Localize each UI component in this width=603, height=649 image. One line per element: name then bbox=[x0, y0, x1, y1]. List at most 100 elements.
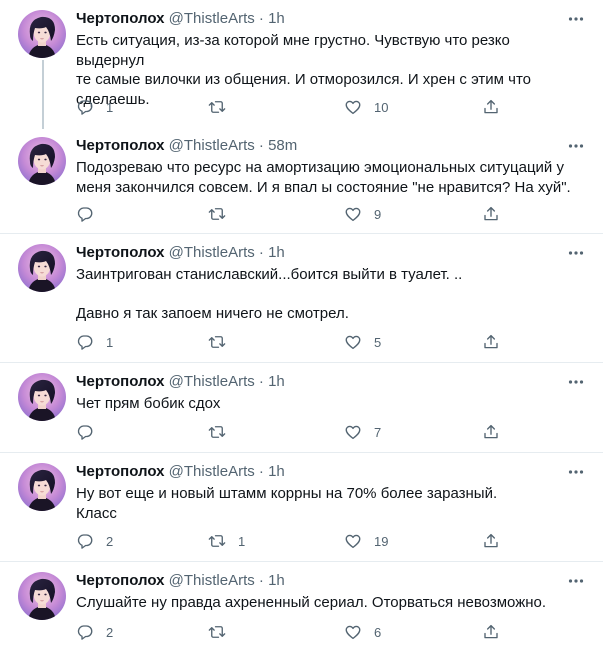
avatar[interactable] bbox=[18, 373, 66, 421]
tweet[interactable]: Чертополох @ThistleArts · 1h Есть ситуац… bbox=[0, 0, 603, 129]
more-icon[interactable] bbox=[567, 137, 585, 155]
author-name[interactable]: Чертополох bbox=[76, 10, 164, 27]
share-icon bbox=[482, 205, 500, 223]
tweet-actions: 2 6 bbox=[76, 622, 506, 642]
like-button[interactable]: 6 bbox=[344, 622, 381, 642]
tweet[interactable]: Чертополох @ThistleArts · 1h Слушайте ну… bbox=[0, 562, 603, 649]
retweet-icon bbox=[208, 423, 226, 441]
reply-button[interactable]: 1 bbox=[76, 97, 113, 117]
like-button[interactable]: 9 bbox=[344, 204, 381, 224]
reply-button[interactable]: 2 bbox=[76, 622, 113, 642]
retweet-icon bbox=[208, 532, 226, 550]
author-name[interactable]: Чертополох bbox=[76, 463, 164, 480]
author-handle[interactable]: @ThistleArts bbox=[169, 373, 255, 390]
separator-dot: · bbox=[258, 137, 264, 154]
tweet-actions: 9 bbox=[76, 204, 506, 224]
reply-icon bbox=[76, 532, 94, 550]
timestamp[interactable]: 1h bbox=[268, 463, 285, 480]
share-icon bbox=[482, 423, 500, 441]
author-name[interactable]: Чертополох bbox=[76, 572, 164, 589]
retweet-button[interactable] bbox=[208, 204, 238, 224]
retweet-count: 1 bbox=[238, 533, 246, 549]
like-button[interactable]: 19 bbox=[344, 531, 388, 551]
more-icon[interactable] bbox=[567, 572, 585, 590]
avatar-image bbox=[18, 373, 66, 421]
tweet-header: Чертополох @ThistleArts · 1h bbox=[76, 244, 285, 262]
retweet-button[interactable] bbox=[208, 422, 238, 442]
avatar[interactable] bbox=[18, 572, 66, 620]
reply-count: 2 bbox=[106, 624, 114, 640]
author-name[interactable]: Чертополох bbox=[76, 373, 164, 390]
author-handle[interactable]: @ThistleArts bbox=[169, 463, 255, 480]
separator-dot: · bbox=[258, 463, 264, 480]
tweet-actions: 1 5 bbox=[76, 332, 506, 352]
like-button[interactable]: 7 bbox=[344, 422, 381, 442]
more-icon[interactable] bbox=[567, 463, 585, 481]
tweet-header: Чертополох @ThistleArts · 1h bbox=[76, 10, 285, 28]
avatar[interactable] bbox=[18, 244, 66, 292]
avatar-image bbox=[18, 572, 66, 620]
reply-button[interactable]: 2 bbox=[76, 531, 113, 551]
share-button[interactable] bbox=[482, 531, 500, 551]
separator-dot: · bbox=[258, 10, 264, 27]
share-button[interactable] bbox=[482, 622, 500, 642]
tweet[interactable]: Чертополох @ThistleArts · 1h Чет прям бо… bbox=[0, 363, 603, 453]
avatar-image bbox=[18, 244, 66, 292]
reply-icon bbox=[76, 205, 94, 223]
author-handle[interactable]: @ThistleArts bbox=[169, 10, 255, 27]
timestamp[interactable]: 1h bbox=[268, 572, 285, 589]
tweet-header: Чертополох @ThistleArts · 58m bbox=[76, 137, 297, 155]
separator-dot: · bbox=[258, 572, 264, 589]
avatar[interactable] bbox=[18, 137, 66, 185]
reply-count: 1 bbox=[106, 334, 114, 350]
author-handle[interactable]: @ThistleArts bbox=[169, 572, 255, 589]
retweet-icon bbox=[208, 205, 226, 223]
reply-icon bbox=[76, 98, 94, 116]
retweet-button[interactable] bbox=[208, 97, 238, 117]
timestamp[interactable]: 1h bbox=[268, 244, 285, 261]
share-button[interactable] bbox=[482, 422, 500, 442]
retweet-icon bbox=[208, 98, 226, 116]
like-icon bbox=[344, 333, 362, 351]
share-button[interactable] bbox=[482, 332, 500, 352]
thread-line bbox=[42, 60, 44, 129]
tweet-header: Чертополох @ThistleArts · 1h bbox=[76, 463, 285, 481]
more-icon[interactable] bbox=[567, 10, 585, 28]
like-count: 5 bbox=[374, 334, 382, 350]
share-button[interactable] bbox=[482, 97, 500, 117]
more-icon[interactable] bbox=[567, 244, 585, 262]
like-count: 10 bbox=[374, 99, 389, 115]
author-handle[interactable]: @ThistleArts bbox=[169, 244, 255, 261]
separator-dot: · bbox=[258, 244, 264, 261]
tweet-header: Чертополох @ThistleArts · 1h bbox=[76, 572, 285, 590]
retweet-button[interactable] bbox=[208, 332, 238, 352]
tweet[interactable]: Чертополох @ThistleArts · 58m Подозреваю… bbox=[0, 127, 603, 234]
like-icon bbox=[344, 205, 362, 223]
tweet[interactable]: Чертополох @ThistleArts · 1h Ну вот еще … bbox=[0, 453, 603, 562]
share-button[interactable] bbox=[482, 204, 500, 224]
retweet-icon bbox=[208, 333, 226, 351]
retweet-button[interactable]: 1 bbox=[208, 531, 245, 551]
tweet[interactable]: Чертополох @ThistleArts · 1h Заинтригова… bbox=[0, 234, 603, 363]
avatar[interactable] bbox=[18, 10, 66, 58]
author-name[interactable]: Чертополох bbox=[76, 137, 164, 154]
reply-button[interactable] bbox=[76, 422, 106, 442]
timestamp[interactable]: 1h bbox=[268, 10, 285, 27]
like-icon bbox=[344, 98, 362, 116]
share-icon bbox=[482, 98, 500, 116]
reply-button[interactable] bbox=[76, 204, 106, 224]
timestamp[interactable]: 58m bbox=[268, 137, 297, 154]
timestamp[interactable]: 1h bbox=[268, 373, 285, 390]
like-icon bbox=[344, 532, 362, 550]
avatar[interactable] bbox=[18, 463, 66, 511]
like-button[interactable]: 10 bbox=[344, 97, 388, 117]
author-handle[interactable]: @ThistleArts bbox=[169, 137, 255, 154]
like-count: 19 bbox=[374, 533, 389, 549]
more-icon[interactable] bbox=[567, 373, 585, 391]
like-icon bbox=[344, 423, 362, 441]
retweet-button[interactable] bbox=[208, 622, 238, 642]
reply-button[interactable]: 1 bbox=[76, 332, 113, 352]
author-name[interactable]: Чертополох bbox=[76, 244, 164, 261]
like-button[interactable]: 5 bbox=[344, 332, 381, 352]
tweet-actions: 1 10 bbox=[76, 97, 506, 117]
